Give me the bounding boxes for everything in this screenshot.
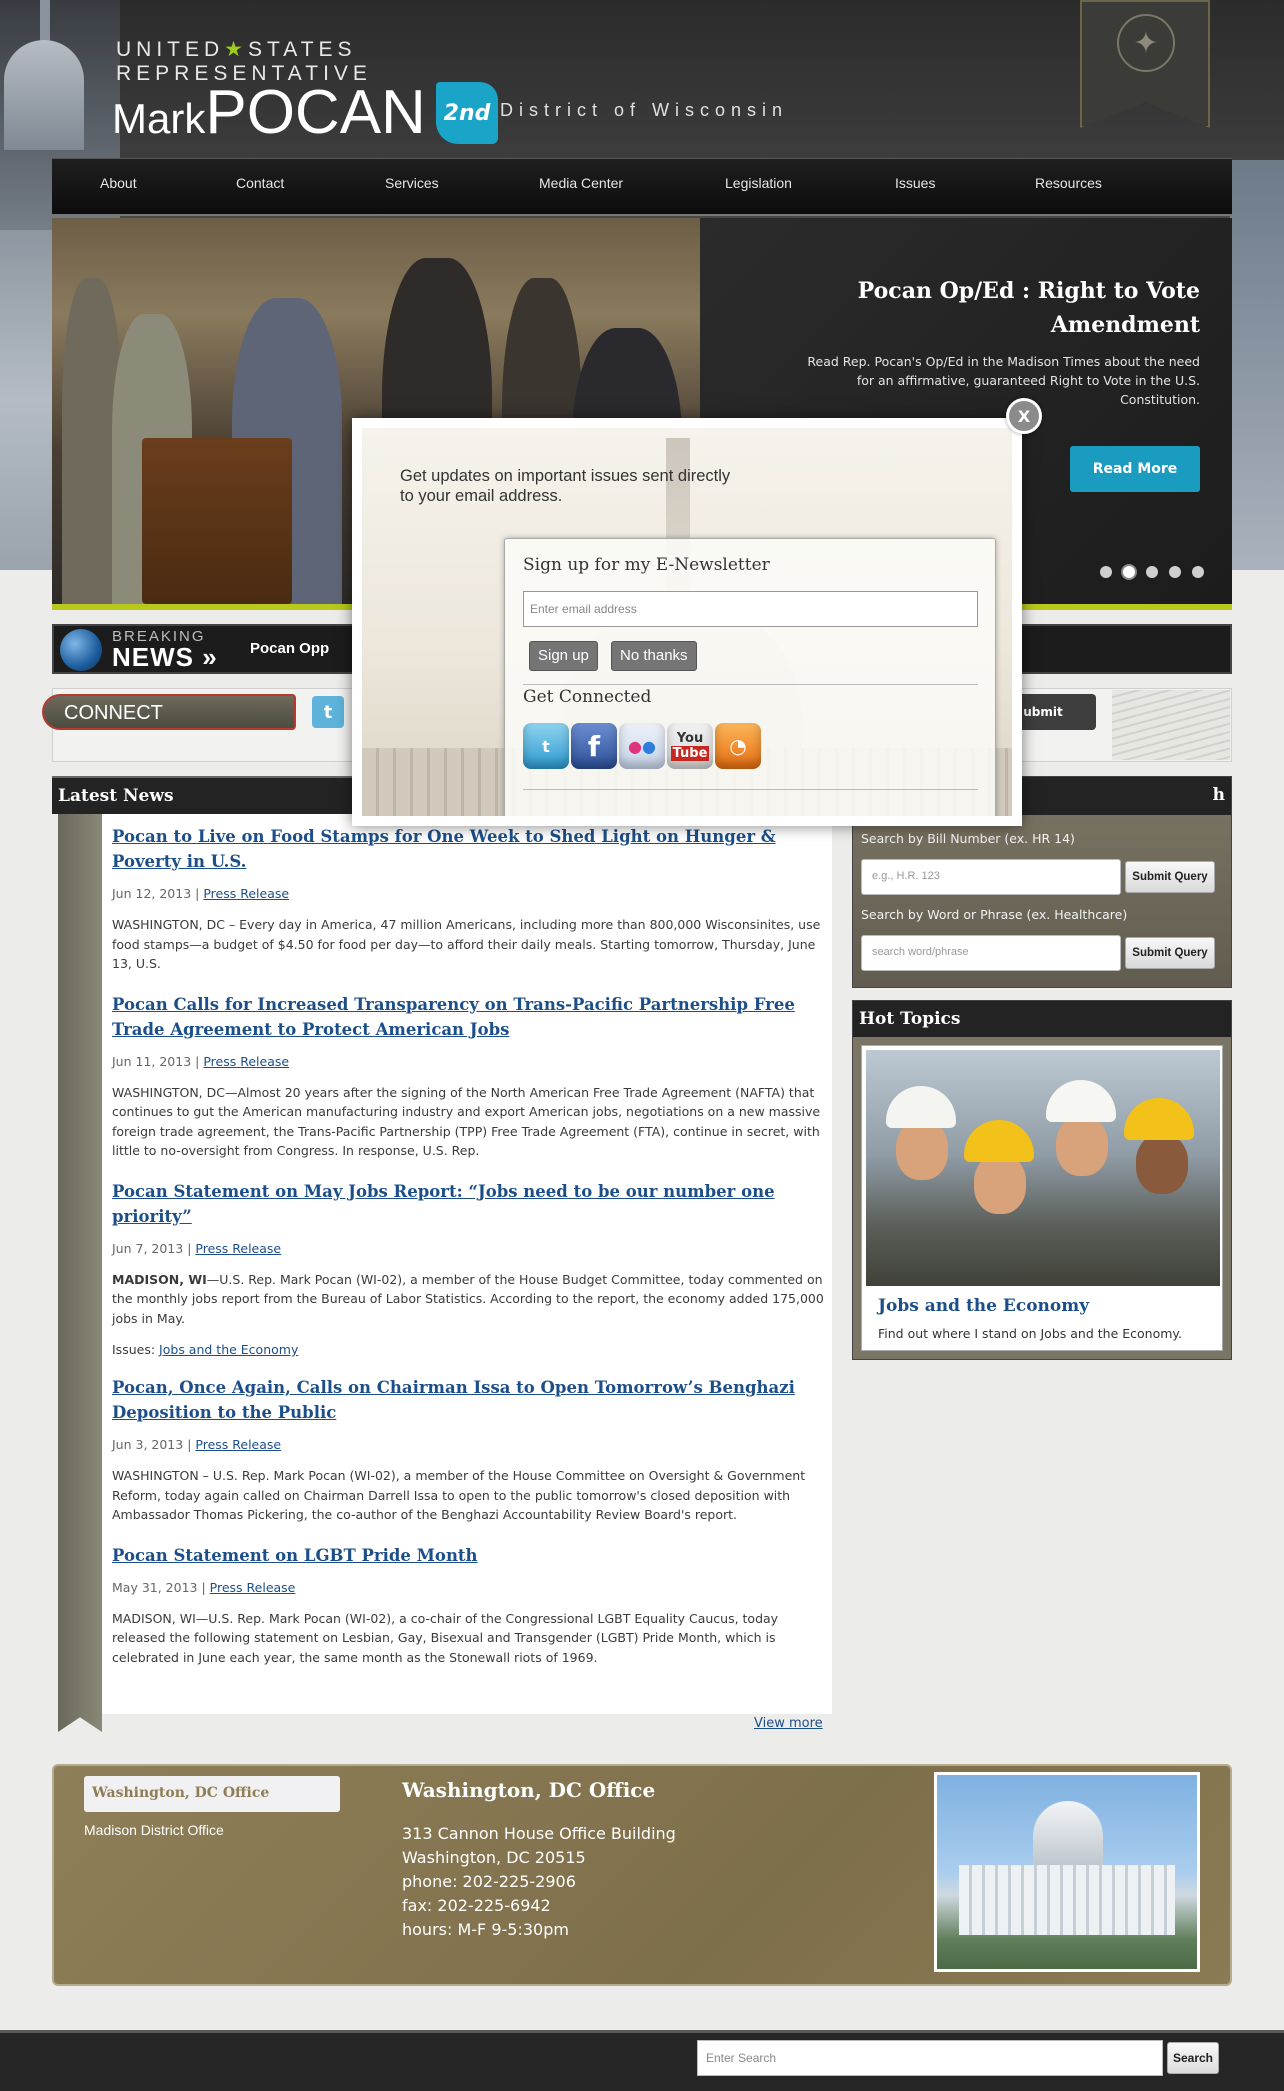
phrase-search-label: Search by Word or Phrase (ex. Healthcare… (861, 907, 1128, 922)
office-info-panel: Washington, DC Office Madison District O… (52, 1764, 1232, 1986)
phrase-input[interactable]: search word/phrase (861, 935, 1121, 971)
article-item: Pocan Statement on May Jobs Report: “Job… (112, 1179, 828, 1358)
footer-search-input[interactable]: Enter Search (697, 2040, 1163, 2076)
article-title[interactable]: Pocan Statement on May Jobs Report: “Job… (112, 1179, 828, 1229)
connect-label: CONNECT (42, 694, 296, 730)
newspaper-graphic (1112, 690, 1230, 760)
hot-topics-heading: Hot Topics (853, 1001, 1231, 1037)
article-category-link[interactable]: Press Release (203, 886, 289, 901)
article-item: Pocan, Once Again, Calls on Chairman Iss… (112, 1375, 828, 1525)
article-item: Pocan to Live on Food Stamps for One Wee… (112, 824, 828, 974)
article-meta: Jun 12, 2013 | Press Release (112, 886, 290, 901)
hero-text: Read Rep. Pocan's Op/Ed in the Madison T… (807, 354, 1200, 407)
newsletter-modal: Get updates on important issues sent dir… (352, 418, 1022, 826)
issue-link[interactable]: Jobs and the Economy (159, 1342, 298, 1357)
nav-services[interactable]: Services (385, 175, 439, 191)
article-body: WASHINGTON – U.S. Rep. Mark Pocan (WI-02… (112, 1468, 806, 1522)
article-meta: May 31, 2013 | Press Release (112, 1579, 296, 1595)
nav-issues[interactable]: Issues (895, 175, 935, 191)
close-icon[interactable]: X (1006, 398, 1042, 434)
nav-contact[interactable]: Contact (236, 175, 284, 191)
main-nav: About Contact Services Media Center Legi… (52, 158, 1232, 216)
capitol-illustration-right (1230, 160, 1284, 570)
bill-submit-button[interactable]: Submit Query (1125, 861, 1215, 893)
eagle-seal-icon: ✦ (1117, 14, 1175, 72)
article-category-link[interactable]: Press Release (195, 1241, 281, 1256)
district-badge: 2nd (436, 82, 498, 144)
nav-about[interactable]: About (100, 175, 137, 191)
slider-dot[interactable] (1100, 566, 1112, 578)
hot-topics-panel: Hot Topics Jobs and the Economy Find out… (852, 1000, 1232, 1360)
article-title[interactable]: Pocan to Live on Food Stamps for One Wee… (112, 824, 828, 874)
article-meta: Jun 3, 2013 | Press Release (112, 1437, 282, 1452)
slider-dot[interactable] (1192, 566, 1204, 578)
hero-title[interactable]: Pocan Op/Ed : Right to Vote Amendment (780, 274, 1200, 342)
article-list: Pocan to Live on Food Stamps for One Wee… (112, 824, 828, 1685)
article-title[interactable]: Pocan Statement on LGBT Pride Month (112, 1543, 828, 1568)
news-label: NEWS » (112, 642, 218, 672)
bill-number-input[interactable]: e.g., H.R. 123 (861, 859, 1121, 895)
slider-dots (1100, 566, 1204, 578)
nav-media-center[interactable]: Media Center (539, 175, 623, 191)
article-category-link[interactable]: Press Release (210, 1580, 296, 1595)
article-title[interactable]: Pocan, Once Again, Calls on Chairman Iss… (112, 1375, 828, 1425)
podium (142, 438, 292, 604)
read-more-button[interactable]: Read More (1070, 446, 1200, 492)
article-meta: Jun 11, 2013 | Press Release (112, 1053, 290, 1069)
slider-dot[interactable] (1146, 566, 1158, 578)
article-body: WASHINGTON, DC – Every day in America, 4… (112, 917, 821, 971)
twitter-icon[interactable]: t (523, 723, 569, 769)
newsletter-title: Sign up for my E-Newsletter (523, 555, 770, 575)
workers-photo (866, 1050, 1220, 1286)
office-tab-madison[interactable]: Madison District Office (84, 1822, 224, 1838)
article-meta: Jun 7, 2013 | Press Release (112, 1240, 282, 1256)
view-more-link[interactable]: View more (754, 1716, 823, 1731)
get-connected-label: Get Connected (523, 687, 652, 707)
globe-icon (60, 629, 102, 671)
seal-banner: ✦ (1080, 0, 1210, 128)
nav-legislation[interactable]: Legislation (725, 175, 792, 191)
article-title[interactable]: Pocan Calls for Increased Transparency o… (112, 992, 828, 1042)
rss-icon[interactable]: ◔ (715, 723, 761, 769)
article-item: Pocan Statement on LGBT Pride Month May … (112, 1543, 828, 1668)
breaking-ticker[interactable]: Pocan Opp (250, 640, 329, 657)
flickr-icon[interactable]: ● ● (619, 723, 665, 769)
district-label: District of Wisconsin (500, 100, 789, 120)
slider-dot-active[interactable] (1123, 566, 1135, 578)
no-thanks-button[interactable]: No thanks (611, 641, 697, 671)
footer-search-button[interactable]: Search (1167, 2042, 1219, 2074)
article-item: Pocan Calls for Increased Transparency o… (112, 992, 828, 1161)
email-field[interactable]: Enter email address (523, 591, 978, 627)
article-category-link[interactable]: Press Release (195, 1437, 281, 1452)
phrase-submit-button[interactable]: Submit Query (1125, 937, 1215, 969)
signup-button[interactable]: Sign up (529, 641, 598, 671)
article-body: MADISON, WI—U.S. Rep. Mark Pocan (WI-02)… (112, 1610, 779, 1665)
article-body: MADISON, WI—U.S. Rep. Mark Pocan (WI-02)… (112, 1271, 824, 1326)
youtube-icon[interactable]: You Tube (667, 723, 713, 769)
logo-name[interactable]: MarkPOCAN (112, 82, 426, 150)
slider-dot[interactable] (1169, 566, 1181, 578)
hot-topic-card[interactable]: Jobs and the Economy Find out where I st… (861, 1045, 1223, 1351)
office-tab-washington[interactable]: Washington, DC Office (84, 1776, 340, 1812)
decorative-ribbon (58, 814, 102, 1732)
star-icon: ★ (224, 38, 248, 61)
facebook-icon[interactable]: f (571, 723, 617, 769)
nav-resources[interactable]: Resources (1035, 175, 1102, 191)
article-issues: Issues: Jobs and the Economy (112, 1342, 299, 1357)
twitter-icon[interactable]: t (312, 696, 344, 728)
article-category-link[interactable]: Press Release (203, 1054, 289, 1069)
capitol-photo (934, 1772, 1200, 1972)
modal-intro-text: Get updates on important issues sent dir… (400, 467, 731, 505)
hot-topic-title[interactable]: Jobs and the Economy (878, 1296, 1089, 1316)
office-title: Washington, DC Office (402, 1778, 656, 1802)
bill-search-label: Search by Bill Number (ex. HR 14) (861, 831, 1075, 846)
office-address: 313 Cannon House Office Building Washing… (402, 1824, 676, 1939)
hot-topic-text: Find out where I stand on Jobs and the E… (878, 1326, 1182, 1341)
newsletter-form: Sign up for my E-Newsletter Enter email … (504, 538, 996, 816)
article-body: WASHINGTON, DC—Almost 20 years after the… (112, 1084, 821, 1159)
